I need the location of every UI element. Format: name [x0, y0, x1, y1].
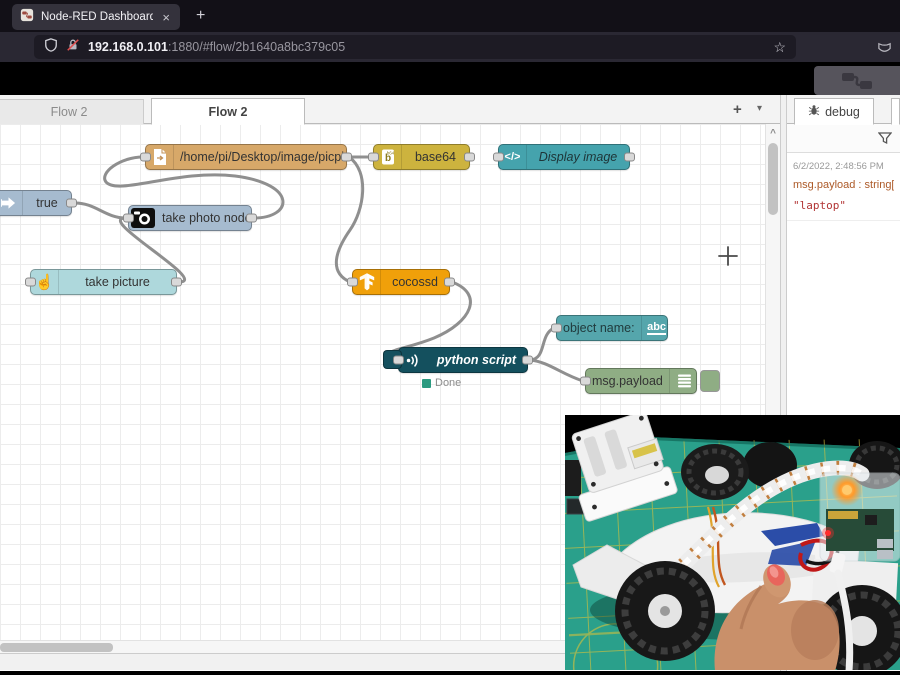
browser-tab-title: Node-RED Dashboard	[41, 11, 154, 23]
input-port[interactable]	[551, 323, 562, 333]
tracking-shield-icon[interactable]	[44, 37, 58, 57]
debug-filter-bar	[787, 124, 900, 153]
nodered-header	[0, 62, 900, 95]
browser-toolbar: 192.168.0.101:1880/#flow/2b1640a8bc379c0…	[0, 32, 900, 62]
node-label: msg.payload	[592, 374, 663, 388]
bug-icon	[808, 104, 820, 119]
input-port[interactable]	[347, 277, 358, 287]
output-port[interactable]	[464, 152, 475, 162]
debug-value[interactable]: "laptop"	[793, 199, 894, 212]
input-port[interactable]	[140, 152, 151, 162]
output-port[interactable]	[341, 152, 352, 162]
abc-icon: abc	[640, 316, 672, 340]
node-object-name[interactable]: object name: abc	[551, 315, 668, 341]
url-bar[interactable]: 192.168.0.101:1880/#flow/2b1640a8bc379c0…	[34, 35, 796, 59]
filter-icon[interactable]	[877, 131, 893, 150]
input-port[interactable]	[580, 376, 591, 386]
node-display-image[interactable]: </> Display image	[493, 144, 635, 170]
wire[interactable]	[528, 358, 585, 383]
scroll-up-arrow[interactable]: ^	[766, 124, 780, 139]
status-dot	[422, 378, 431, 388]
node-status: Done	[422, 377, 461, 389]
vertical-scroll-thumb[interactable]	[768, 143, 778, 215]
debug-timestamp: 6/2/2022, 2:48:56 PM	[793, 161, 884, 172]
node-cocossd[interactable]: cocossd	[347, 269, 455, 295]
node-label: /home/pi/Desktop/image/picpic	[180, 150, 351, 164]
status-text: Done	[435, 377, 462, 389]
insecure-lock-icon[interactable]	[66, 38, 80, 57]
sidebar-tab-bar: debug	[787, 95, 900, 125]
url-host: 192.168.0.101	[88, 40, 168, 54]
list-icon	[668, 369, 700, 393]
input-port[interactable]	[368, 152, 379, 162]
horizontal-scroll-thumb[interactable]	[0, 643, 113, 652]
window-bottom-edge	[0, 671, 900, 675]
node-label: base64	[414, 150, 456, 164]
node-base64[interactable]: b b64 base64	[368, 144, 475, 170]
flow-tab-bar: Flow 2 Flow 2 + ▾	[0, 95, 783, 125]
output-port[interactable]	[246, 213, 257, 223]
url-path: :1880/#flow/2b1640a8bc379c05	[167, 40, 346, 54]
node-inject-true[interactable]: true	[0, 190, 77, 216]
node-debug[interactable]: msg.payload	[580, 368, 720, 394]
browser-window: Node-RED Dashboard × + 192.168.0.101:188…	[0, 0, 900, 675]
wire[interactable]	[528, 326, 556, 362]
raspberry-pi-case	[819, 472, 900, 562]
wire[interactable]	[334, 155, 365, 284]
svg-text:b64: b64	[386, 151, 394, 156]
debug-toggle-button[interactable]	[700, 370, 720, 392]
node-label: true	[36, 196, 58, 210]
nodered-favicon	[20, 8, 34, 27]
output-port[interactable]	[522, 355, 533, 365]
node-label: cocossd	[392, 275, 438, 289]
node-take-photo[interactable]: take photo node	[123, 205, 257, 231]
tab-debug-label: debug	[825, 104, 860, 119]
wire[interactable]	[73, 201, 128, 220]
nodered-logo	[814, 66, 900, 95]
inject-arrow-icon	[0, 191, 23, 215]
browser-tab-strip: Node-RED Dashboard × +	[0, 0, 900, 32]
node-file-in[interactable]: /home/pi/Desktop/image/picpic	[140, 144, 352, 170]
flow-tab-inactive[interactable]: Flow 2	[0, 99, 144, 124]
input-port[interactable]	[393, 355, 404, 365]
tab-close-icon[interactable]: ×	[160, 10, 172, 25]
motor	[565, 460, 581, 496]
input-port[interactable]	[25, 277, 36, 287]
output-port[interactable]	[66, 198, 77, 208]
node-python-script[interactable]: python script	[383, 347, 533, 373]
debug-property[interactable]: msg.payload : string[6]	[793, 179, 894, 191]
new-tab-button[interactable]: +	[196, 8, 205, 24]
node-label: python script	[436, 353, 517, 367]
node-take-picture[interactable]: ☝ take picture	[25, 269, 182, 295]
bookmark-star-icon[interactable]: ☆	[773, 39, 786, 56]
video-overlay	[559, 411, 900, 675]
node-label: object name:	[563, 321, 635, 335]
output-port[interactable]	[171, 277, 182, 287]
tab-next-partial[interactable]	[891, 98, 900, 125]
crosshair-cursor	[718, 246, 738, 266]
debug-message: 6/2/2022, 2:48:56 PM nod msg.payload : s…	[787, 153, 900, 221]
input-port[interactable]	[493, 152, 504, 162]
input-port[interactable]	[123, 213, 134, 223]
output-port[interactable]	[444, 277, 455, 287]
extension-icon[interactable]	[877, 40, 892, 60]
flow-list-dropdown-icon[interactable]: ▾	[757, 103, 762, 114]
tab-debug[interactable]: debug	[794, 98, 874, 125]
node-label: take photo node	[162, 211, 252, 225]
node-label: Display image	[538, 150, 618, 164]
output-port[interactable]	[624, 152, 635, 162]
node-label: take picture	[85, 275, 150, 289]
add-flow-button[interactable]: +	[733, 101, 742, 118]
browser-tab[interactable]: Node-RED Dashboard ×	[12, 4, 180, 30]
flow-tab-active[interactable]: Flow 2	[151, 98, 305, 125]
